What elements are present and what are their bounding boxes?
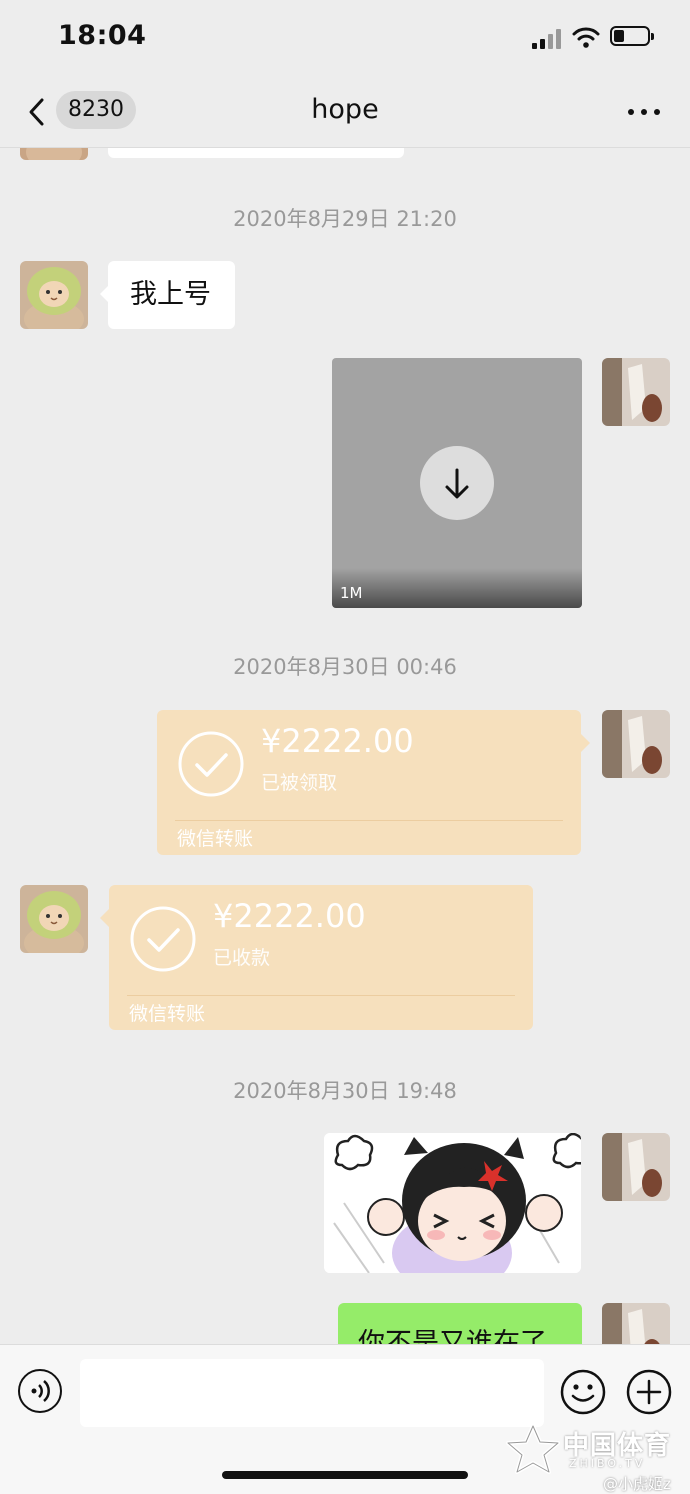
status-bar: 18:04 [0,0,690,76]
sent-message[interactable]: 你不是又谁在了 [338,1303,582,1344]
user-avatar[interactable] [602,710,670,778]
angry-girl-sticker-icon [324,1133,581,1273]
transfer-card-received[interactable]: ¥2222.00 已收款 微信转账 [100,885,533,1030]
message-timestamp: 2020年8月29日 21:20 [233,207,457,231]
transfer-status: 已收款 [213,947,271,969]
message-list[interactable]: 2020年8月29日 21:20 我上号 1M 2020年8月30日 00:46… [0,148,690,1344]
star-logo-icon [506,1424,560,1474]
watermark-handle: @小虎姬z [603,1475,671,1493]
wifi-icon [572,27,600,48]
received-message[interactable]: 我上号 [100,261,235,329]
user-avatar[interactable] [602,358,670,426]
transfer-status: 已被领取 [261,772,338,794]
transfer-source: 微信转账 [177,828,254,850]
sticker-message[interactable] [324,1133,581,1273]
transfer-amount: ¥2222.00 [213,897,366,935]
transfer-source: 微信转账 [129,1003,206,1025]
battery-icon [610,26,654,46]
user-avatar[interactable] [602,1133,670,1201]
video-message[interactable]: 1M [332,358,582,608]
emoji-icon[interactable] [560,1369,606,1415]
self-avatar-icon [602,1133,670,1201]
message-bubble-partial [108,148,404,158]
contact-avatar[interactable] [20,261,88,329]
download-icon[interactable] [420,446,494,520]
self-avatar-icon [602,358,670,426]
transfer-amount: ¥2222.00 [261,722,414,760]
check-circle-icon [178,731,244,797]
voice-icon[interactable] [18,1369,62,1413]
contact-avatar[interactable] [20,885,88,953]
cat-avatar-icon [20,885,88,953]
more-icon[interactable] [624,106,664,118]
message-input[interactable] [80,1359,544,1427]
contact-avatar[interactable] [20,148,88,160]
transfer-card-sent[interactable]: ¥2222.00 已被领取 微信转账 [157,710,590,855]
signal-icon [532,29,564,49]
user-avatar[interactable] [602,1303,670,1344]
home-indicator[interactable] [222,1471,468,1479]
message-timestamp: 2020年8月30日 19:48 [233,1079,457,1103]
message-timestamp: 2020年8月30日 00:46 [233,655,457,679]
plus-icon[interactable] [626,1369,672,1415]
unread-count-badge[interactable]: 8230 [56,91,136,129]
status-time: 18:04 [58,20,147,51]
video-size: 1M [340,584,363,602]
watermark-subtext: ZHIBO.TV [569,1457,646,1470]
cat-avatar-icon [20,261,88,329]
back-icon[interactable] [24,94,48,130]
chat-header: 8230 hope [0,76,690,148]
chat-title: hope [311,94,379,125]
self-avatar-icon [602,710,670,778]
input-bar: 中国体育 ZHIBO.TV @小虎姬z [0,1344,690,1494]
watermark: 中国体育 ZHIBO.TV @小虎姬z [505,1423,685,1493]
check-circle-icon [130,906,196,972]
self-avatar-icon [602,1303,670,1344]
